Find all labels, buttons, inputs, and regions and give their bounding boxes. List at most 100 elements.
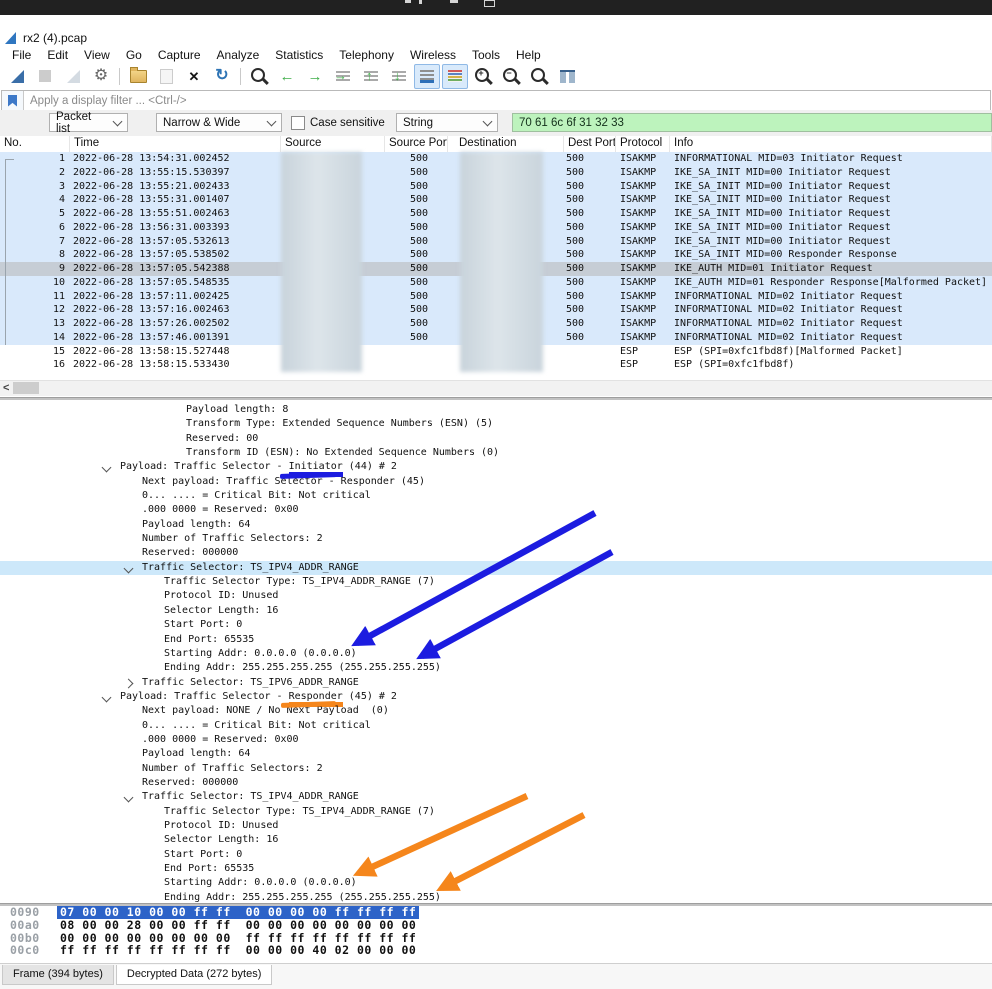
column-header-source[interactable]: Source — [281, 136, 385, 152]
detail-line[interactable]: End Port: 65535 — [0, 862, 992, 876]
collapse-icon[interactable] — [124, 563, 134, 573]
hex-row-00a0[interactable]: 00a008 00 00 28 00 00 ff ff 00 00 00 00 … — [0, 919, 992, 932]
zoom-out-button[interactable]: − — [498, 64, 524, 89]
column-header-no[interactable]: No. — [0, 136, 70, 152]
colorize-button[interactable] — [442, 64, 468, 89]
detail-line[interactable]: Starting Addr: 0.0.0.0 (0.0.0.0) — [0, 647, 992, 661]
column-header-source-port[interactable]: Source Port — [385, 136, 448, 152]
go-to-packet-button[interactable] — [330, 64, 356, 89]
column-header-time[interactable]: Time — [70, 136, 281, 152]
detail-line[interactable]: Payload length: 8 — [0, 403, 992, 417]
menu-edit[interactable]: Edit — [39, 47, 76, 63]
detail-line[interactable]: Traffic Selector Type: TS_IPV4_ADDR_RANG… — [0, 575, 992, 589]
column-header-destination[interactable]: Destination — [448, 136, 564, 152]
find-packet-button[interactable] — [246, 64, 272, 89]
start-capture-button[interactable] — [4, 64, 30, 89]
go-first-button[interactable] — [358, 64, 384, 89]
save-file-button[interactable] — [153, 64, 179, 89]
search-input[interactable]: 70 61 6c 6f 31 32 33 — [512, 113, 992, 132]
detail-line[interactable]: .000 0000 = Reserved: 0x00 — [0, 733, 992, 747]
detail-line[interactable]: 0... .... = Critical Bit: Not critical — [0, 719, 992, 733]
search-type-select[interactable]: String — [396, 113, 498, 132]
detail-line[interactable]: Number of Traffic Selectors: 2 — [0, 762, 992, 776]
detail-line[interactable]: Reserved: 00 — [0, 432, 992, 446]
column-header-protocol[interactable]: Protocol — [616, 136, 670, 152]
detail-line[interactable]: Protocol ID: Unused — [0, 819, 992, 833]
reload-file-button[interactable]: ↻ — [209, 64, 235, 89]
zoom-reset-button[interactable] — [526, 64, 552, 89]
detail-line[interactable]: Start Port: 0 — [0, 848, 992, 862]
go-last-button[interactable] — [386, 64, 412, 89]
collapse-icon[interactable] — [102, 463, 112, 473]
hex-bytes[interactable]: 07 00 00 10 00 00 ff ff 00 00 00 00 ff f… — [57, 906, 419, 919]
hex-row-00c0[interactable]: 00c0ff ff ff ff ff ff ff ff 00 00 00 40 … — [0, 944, 992, 957]
menu-go[interactable]: Go — [118, 47, 150, 63]
scroll-left-icon[interactable]: < — [3, 382, 9, 394]
detail-line[interactable]: Traffic Selector: TS_IPV6_ADDR_RANGE — [0, 676, 992, 690]
restart-capture-button[interactable] — [60, 64, 86, 89]
detail-line[interactable]: Start Port: 0 — [0, 618, 992, 632]
detail-line[interactable]: Payload length: 64 — [0, 518, 992, 532]
collapse-icon[interactable] — [102, 692, 112, 702]
detail-line[interactable]: Transform ID (ESN): No Extended Sequence… — [0, 446, 992, 460]
packet-cell: 500 — [564, 235, 616, 249]
detail-line[interactable]: Payload length: 64 — [0, 747, 992, 761]
display-filter-bar[interactable]: Apply a display filter ... <Ctrl-/> — [1, 90, 991, 111]
menu-capture[interactable]: Capture — [150, 47, 209, 63]
menu-file[interactable]: File — [4, 47, 39, 63]
detail-line[interactable]: Next payload: Traffic Selector - Respond… — [0, 475, 992, 489]
stop-capture-button[interactable] — [32, 64, 58, 89]
menu-view[interactable]: View — [76, 47, 118, 63]
display-filter-input[interactable]: Apply a display filter ... <Ctrl-/> — [24, 95, 187, 107]
menu-statistics[interactable]: Statistics — [267, 47, 331, 63]
detail-line[interactable]: Traffic Selector: TS_IPV4_ADDR_RANGE — [0, 561, 992, 575]
menu-tools[interactable]: Tools — [464, 47, 508, 63]
detail-line[interactable]: Traffic Selector: TS_IPV4_ADDR_RANGE — [0, 790, 992, 804]
capture-options-button[interactable]: ⚙ — [88, 64, 114, 89]
detail-line[interactable]: Reserved: 000000 — [0, 776, 992, 790]
case-sensitive-checkbox[interactable] — [291, 116, 305, 130]
detail-line[interactable]: Protocol ID: Unused — [0, 589, 992, 603]
search-scope-select[interactable]: Packet list — [49, 113, 128, 132]
menu-wireless[interactable]: Wireless — [402, 47, 464, 63]
detail-line[interactable]: Payload: Traffic Selector - Initiator (4… — [0, 460, 992, 474]
detail-line[interactable]: Number of Traffic Selectors: 2 — [0, 532, 992, 546]
packet-cell — [385, 345, 448, 359]
hex-bytes[interactable]: ff ff ff ff ff ff ff ff 00 00 00 40 02 0… — [57, 944, 419, 957]
close-file-button[interactable]: ✕ — [181, 64, 207, 89]
detail-line[interactable]: Reserved: 000000 — [0, 546, 992, 560]
search-charwidth-select[interactable]: Narrow & Wide — [156, 113, 282, 132]
menu-telephony[interactable]: Telephony — [331, 47, 402, 63]
column-header-dest-port[interactable]: Dest Port — [564, 136, 616, 152]
detail-line[interactable]: Selector Length: 16 — [0, 833, 992, 847]
detail-line[interactable]: Selector Length: 16 — [0, 604, 992, 618]
detail-line[interactable]: Next payload: NONE / No Next Payload (0) — [0, 704, 992, 718]
go-back-button[interactable]: ← — [274, 64, 300, 89]
collapse-icon[interactable] — [124, 793, 134, 803]
packet-list-hscrollbar[interactable]: < — [0, 380, 992, 396]
resize-columns-button[interactable] — [554, 64, 580, 89]
menu-help[interactable]: Help — [508, 47, 549, 63]
detail-line[interactable]: End Port: 65535 — [0, 633, 992, 647]
filter-bookmark-button[interactable] — [2, 91, 24, 110]
detail-line[interactable]: Payload: Traffic Selector - Responder (4… — [0, 690, 992, 704]
hscrollbar-thumb[interactable] — [13, 382, 39, 394]
expand-icon[interactable] — [124, 678, 134, 688]
detail-line[interactable]: Starting Addr: 0.0.0.0 (0.0.0.0) — [0, 876, 992, 890]
hex-row-0090[interactable]: 009007 00 00 10 00 00 ff ff 00 00 00 00 … — [0, 906, 992, 919]
packet-cell: 2022-06-28 13:57:16.002463 — [70, 303, 281, 317]
column-header-info[interactable]: Info — [670, 136, 992, 152]
detail-line[interactable]: Ending Addr: 255.255.255.255 (255.255.25… — [0, 661, 992, 675]
detail-line[interactable]: 0... .... = Critical Bit: Not critical — [0, 489, 992, 503]
detail-line[interactable]: .000 0000 = Reserved: 0x00 — [0, 503, 992, 517]
detail-line[interactable]: Transform Type: Extended Sequence Number… — [0, 417, 992, 431]
open-file-button[interactable] — [125, 64, 151, 89]
detail-line[interactable]: Traffic Selector Type: TS_IPV4_ADDR_RANG… — [0, 805, 992, 819]
go-forward-button[interactable]: → — [302, 64, 328, 89]
auto-scroll-button[interactable] — [414, 64, 440, 89]
hex-bytes[interactable]: 08 00 00 28 00 00 ff ff 00 00 00 00 00 0… — [57, 919, 419, 932]
menu-analyze[interactable]: Analyze — [209, 47, 268, 63]
byte-tab-frame[interactable]: Frame (394 bytes) — [2, 965, 114, 985]
zoom-in-button[interactable]: + — [470, 64, 496, 89]
byte-tab-decrypted[interactable]: Decrypted Data (272 bytes) — [116, 965, 273, 985]
